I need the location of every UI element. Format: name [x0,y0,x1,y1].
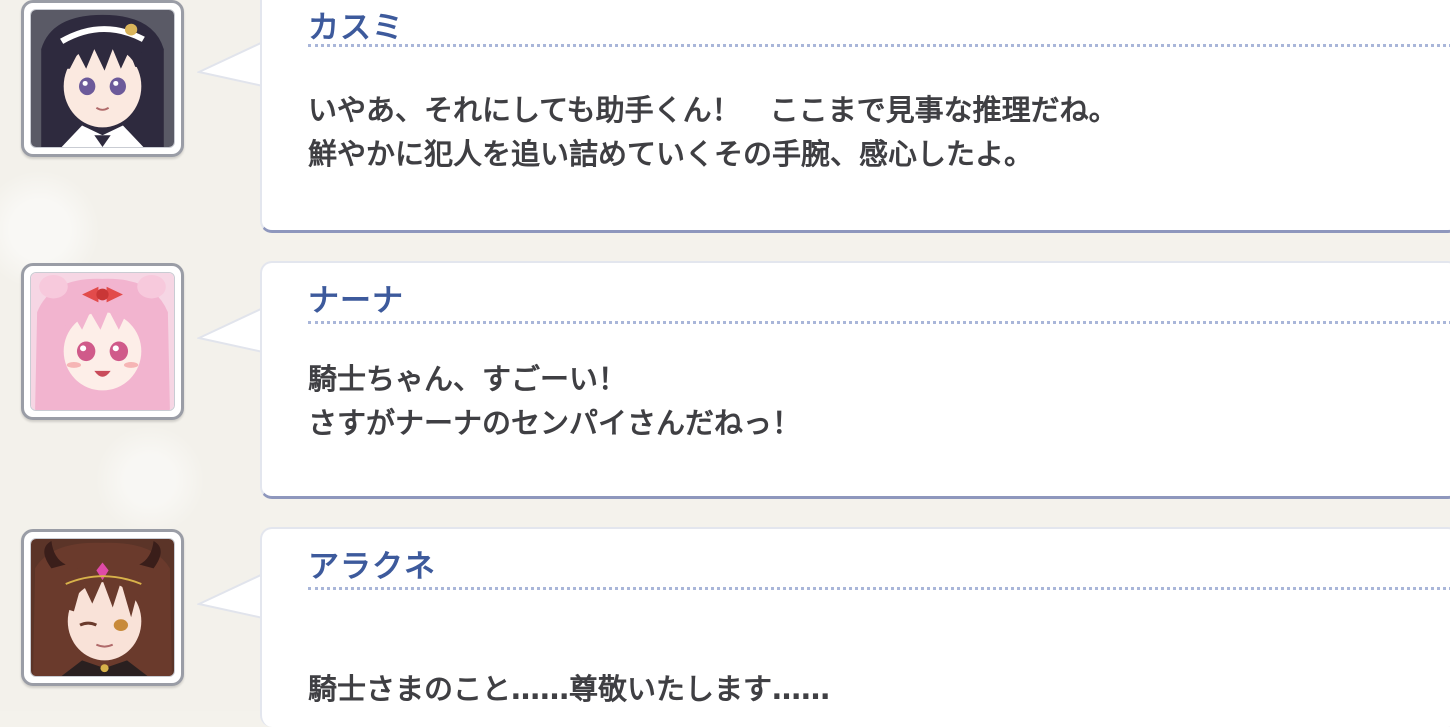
speech-bubble: ナーナ 騎士ちゃん、すごーい！ さすがナーナのセンパイさんだねっ！ [260,261,1450,499]
message-line: さすがナーナのセンパイさんだねっ！ [308,406,802,440]
avatar-arachne[interactable] [21,529,184,686]
message-text: 騎士ちゃん、すごーい！ さすがナーナのセンパイさんだねっ！ [308,357,801,445]
avatar-kasumi[interactable] [21,0,184,157]
avatar-nana[interactable] [21,263,184,420]
name-divider [308,321,1450,324]
name-divider [308,587,1450,590]
nana-portrait-icon [30,272,175,411]
speaker-name: アラクネ [308,549,436,585]
message-line: 鮮やかに犯人を追い詰めていくその手腕、感心したよ。 [308,137,1034,171]
message-text: いやあ、それにしても助手くん！ ここまで見事な推理だね。 鮮やかに犯人を追い詰め… [308,88,1118,176]
speech-tail [197,573,263,619]
speech-tail [197,41,263,87]
speaker-name: ナーナ [308,283,404,319]
speech-bubble: カスミ いやあ、それにしても助手くん！ ここまで見事な推理だね。 鮮やかに犯人を… [260,0,1450,233]
speaker-name: カスミ [308,10,404,46]
kasumi-portrait-icon [30,9,175,148]
message-line: 騎士ちゃん、すごーい！ [308,362,628,396]
speech-tail [197,307,263,353]
speech-bubble: アラクネ 騎士さまのこと……尊敬いたします…… [260,527,1450,727]
message-text: 騎士さまのこと……尊敬いたします…… [308,623,830,711]
name-divider [308,44,1450,47]
message-line: いやあ、それにしても助手くん！ ここまで見事な推理だね。 [308,93,1118,127]
message-line: 騎士さまのこと……尊敬いたします…… [308,672,831,706]
arachne-portrait-icon [30,538,175,677]
